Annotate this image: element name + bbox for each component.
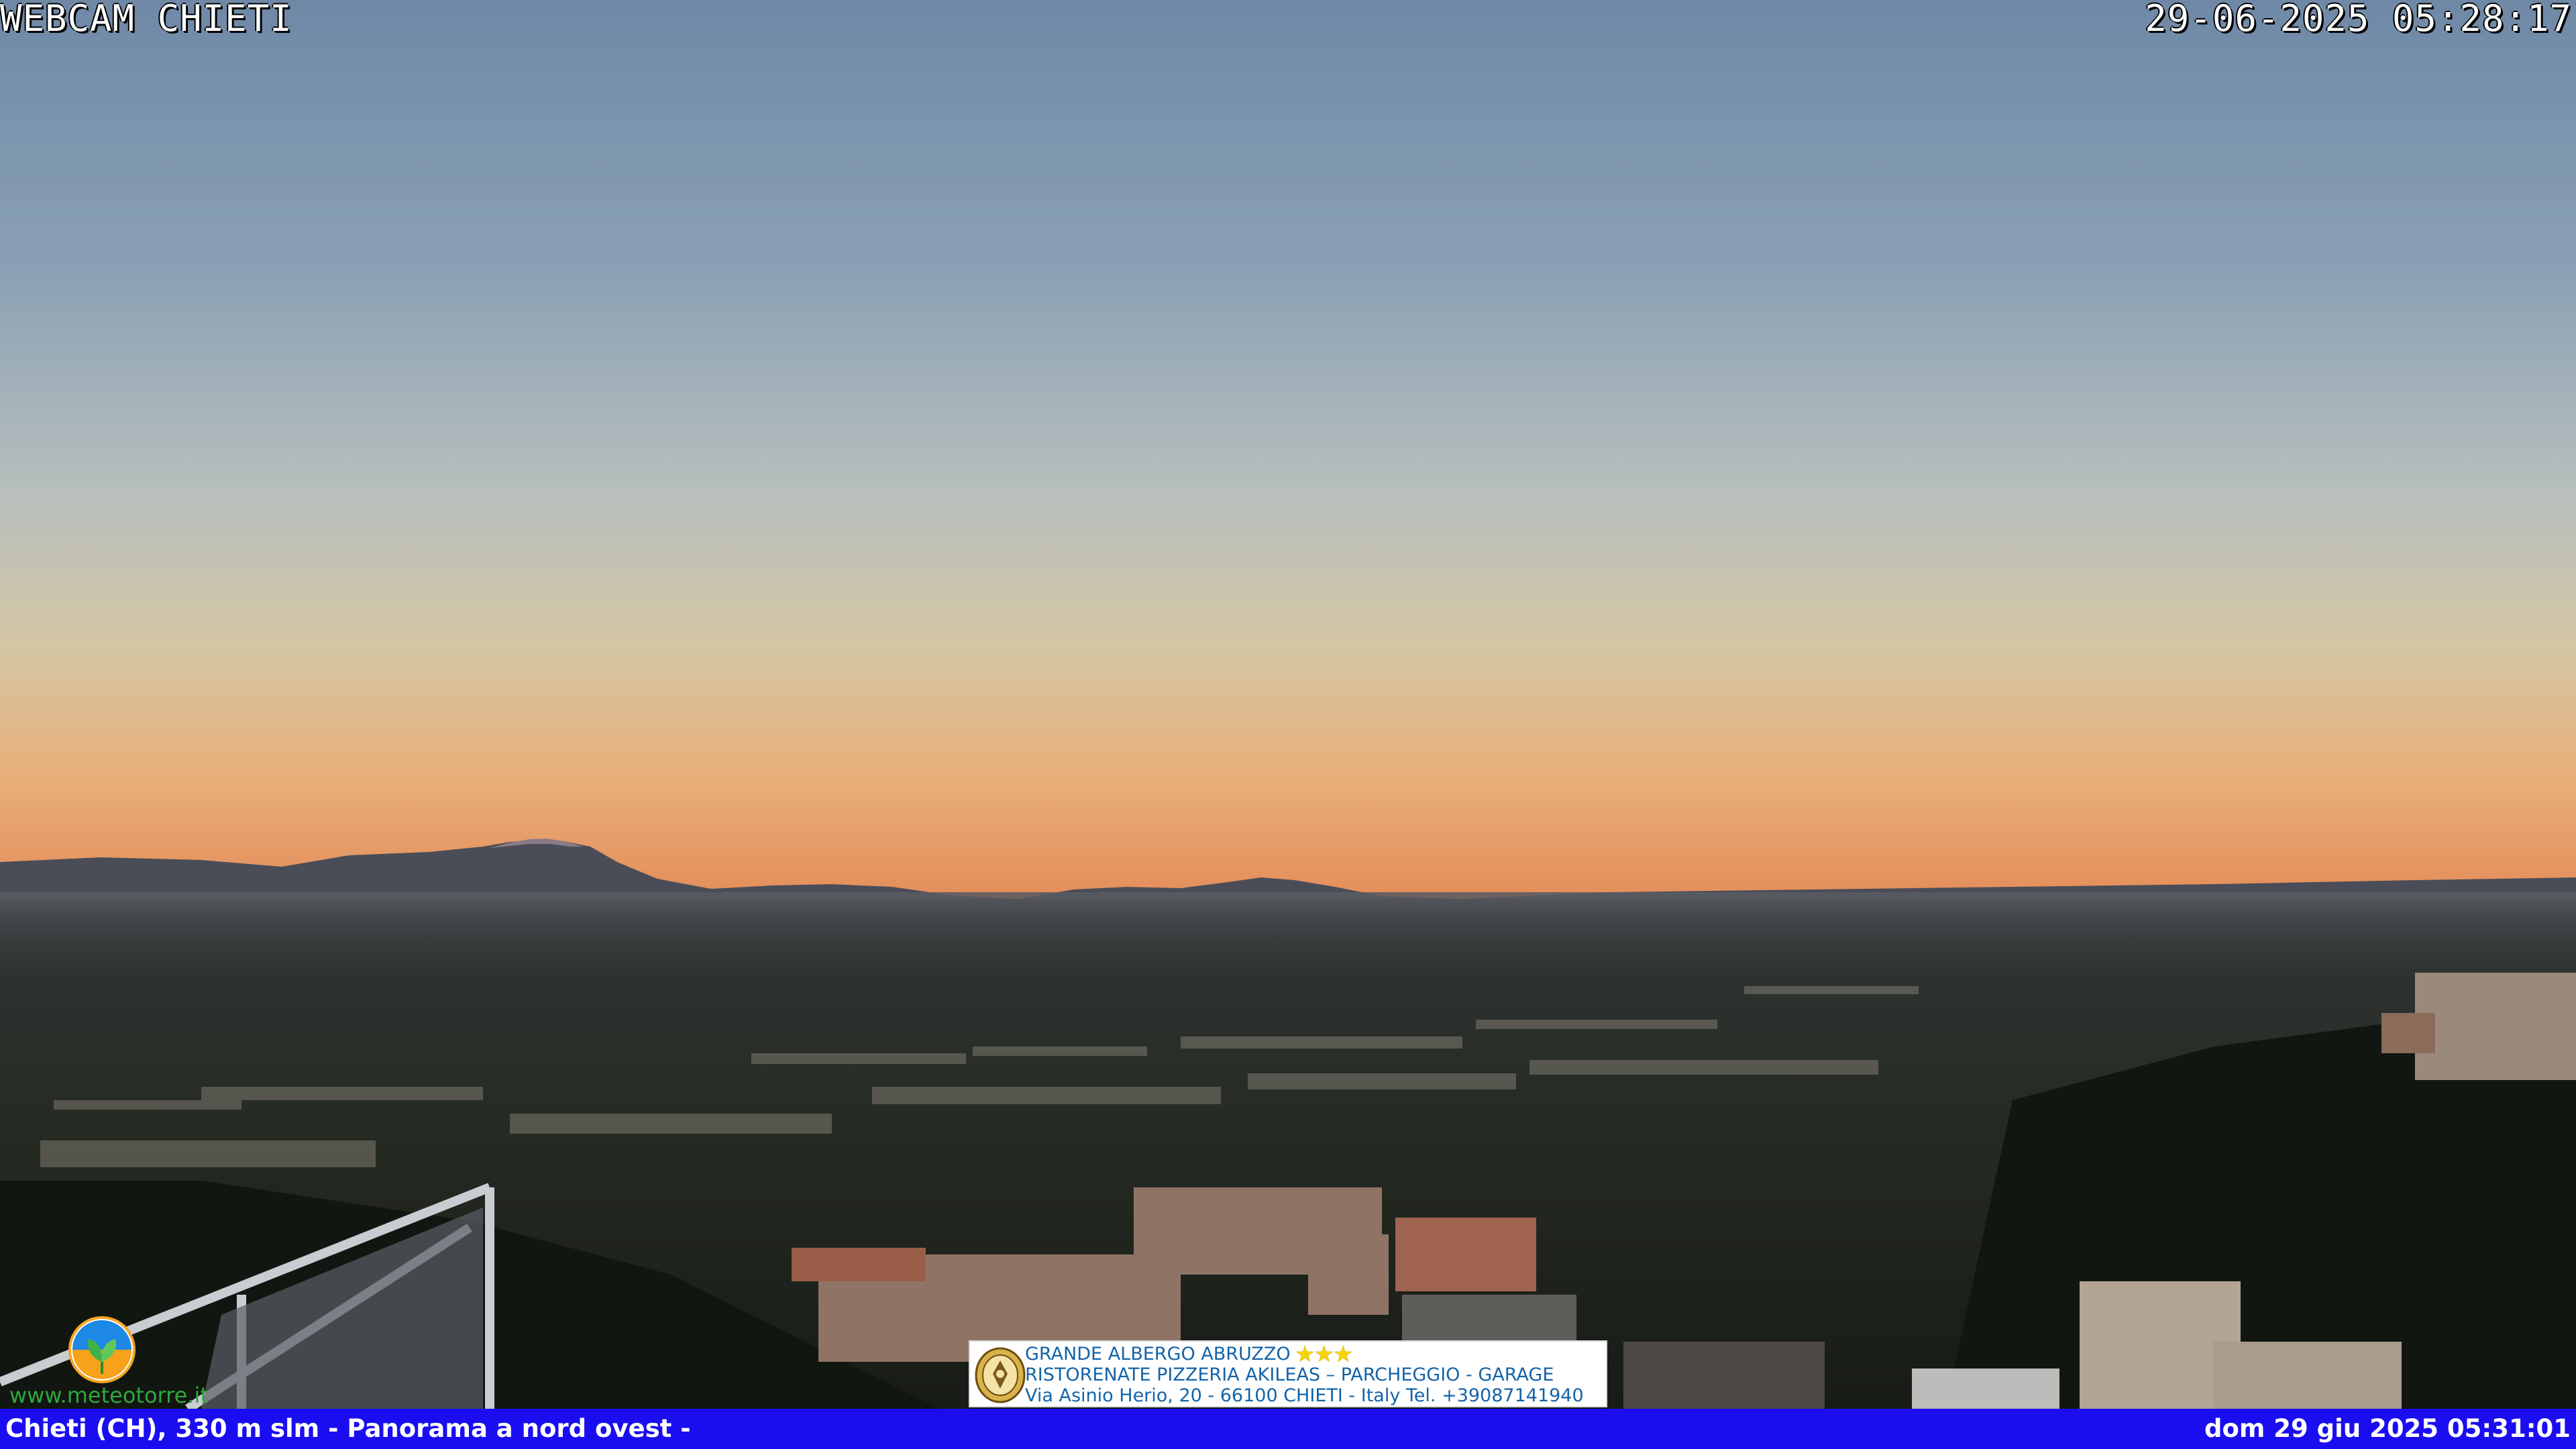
webcam-title: WEBCAM CHIETI [0,0,292,40]
sky [0,0,2576,899]
hotel-crest-icon [975,1347,1026,1403]
caption-bar: Chieti (CH), 330 m slm - Panorama a nord… [0,1409,2576,1449]
capture-timestamp: dom 29 giu 2025 05:31:01 [2204,1414,2571,1443]
ad-hotel-name: GRANDE ALBERGO ABRUZZO [1025,1344,1291,1364]
webcam-frame: WEBCAM CHIETI 29-06-2025 05:28:17 www.me… [0,0,2576,1449]
overlay-datetime: 29-06-2025 05:28:17 [2145,0,2572,40]
leaf-sun-icon[interactable] [66,1313,138,1386]
hotel-ad-banner[interactable]: GRANDE ALBERGO ABRUZZO ★★★ RISTORENATE P… [969,1340,1607,1407]
ad-address-line: Via Asinio Herio, 20 - 66100 CHIETI - It… [1025,1385,1584,1406]
haze [0,892,2576,973]
location-caption: Chieti (CH), 330 m slm - Panorama a nord… [5,1414,691,1443]
ad-restaurant-line: RISTORENATE PIZZERIA AKILEAS – PARCHEGGI… [1025,1364,1554,1385]
star-rating-icon: ★★★ [1295,1341,1353,1368]
landscape-photo [0,0,2576,1449]
logo-url-text[interactable]: www.meteotorre.it [9,1383,209,1407]
